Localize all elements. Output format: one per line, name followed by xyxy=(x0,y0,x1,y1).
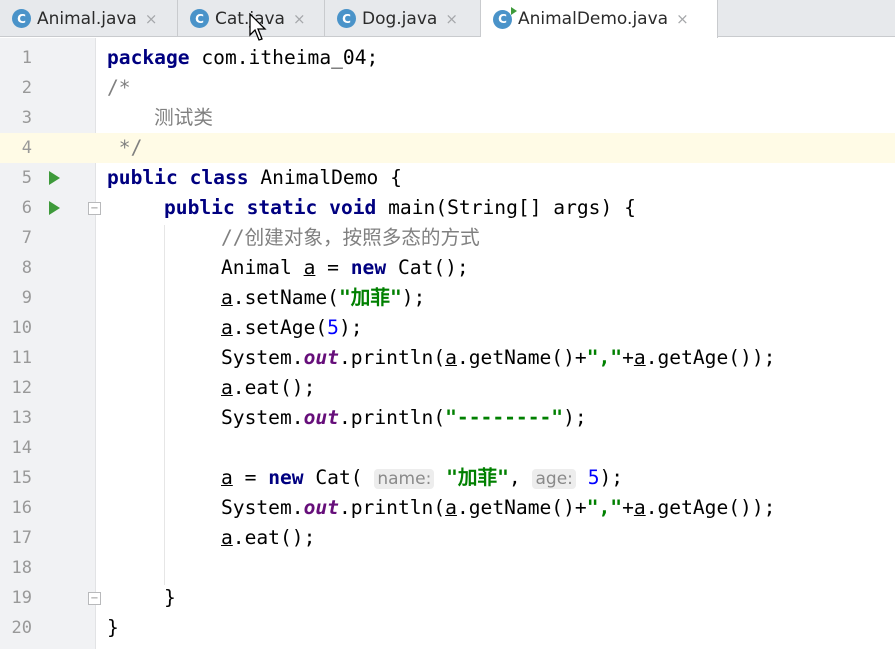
parameter-hint: name: xyxy=(374,469,435,489)
tab-animaldemo-java[interactable]: C AnimalDemo.java × xyxy=(481,0,718,38)
code-text: System.out.println(a.getName()+","+a.get… xyxy=(221,496,776,519)
code-line[interactable]: 13 System.out.println("--------"); xyxy=(0,403,895,433)
line-number: 10 xyxy=(11,318,32,338)
code-line[interactable]: 6 − public static void main(String[] arg… xyxy=(0,193,895,223)
code-text: package com.itheima_04; xyxy=(107,46,379,69)
code-text: a.eat(); xyxy=(221,376,316,399)
code-line[interactable]: 7 //创建对象，按照多态的方式 xyxy=(0,223,895,253)
code-text: Animal a = new Cat(); xyxy=(221,256,469,279)
code-comment: /* xyxy=(107,76,131,99)
tab-label: Animal.java xyxy=(37,8,137,29)
code-text: a.setAge(5); xyxy=(221,316,363,339)
code-line[interactable]: 20 } xyxy=(0,613,895,643)
code-text: a.eat(); xyxy=(221,526,316,549)
line-number: 17 xyxy=(11,528,32,548)
line-number: 2 xyxy=(21,78,32,98)
code-text: System.out.println(a.getName()+","+a.get… xyxy=(221,346,776,369)
code-comment: 测试类 xyxy=(107,106,213,129)
line-number: 5 xyxy=(21,168,32,188)
code-line[interactable]: 9 a.setName("加菲"); xyxy=(0,283,895,313)
code-editor[interactable]: 1 package com.itheima_04; 2 /* 3 测试类 4 *… xyxy=(0,38,895,649)
line-number: 3 xyxy=(21,108,32,128)
tab-label: Dog.java xyxy=(362,8,438,29)
tab-dog-java[interactable]: C Dog.java × xyxy=(325,0,481,37)
close-icon[interactable]: × xyxy=(293,10,306,28)
tab-animal-java[interactable]: C Animal.java × xyxy=(0,0,178,37)
fold-icon[interactable]: − xyxy=(88,202,101,215)
line-number: 11 xyxy=(11,348,32,368)
line-number: 20 xyxy=(11,618,32,638)
line-number: 9 xyxy=(21,288,32,308)
fold-icon[interactable]: − xyxy=(88,592,101,605)
class-icon: C xyxy=(337,9,356,28)
code-line[interactable]: 12 a.eat(); xyxy=(0,373,895,403)
class-icon: C xyxy=(190,9,209,28)
code-text: public class AnimalDemo { xyxy=(107,166,402,189)
code-line[interactable]: 8 Animal a = new Cat(); xyxy=(0,253,895,283)
code-text: public static void main(String[] args) { xyxy=(164,196,636,219)
code-text: } xyxy=(107,616,119,639)
line-number: 19 xyxy=(11,588,32,608)
line-number: 12 xyxy=(11,378,32,398)
code-line[interactable]: 15 a = new Cat( name: "加菲", age: 5); xyxy=(0,463,895,493)
run-class-icon[interactable] xyxy=(49,171,60,185)
close-icon[interactable]: × xyxy=(445,10,458,28)
class-icon: C xyxy=(12,9,31,28)
code-text: System.out.println("--------"); xyxy=(221,406,587,429)
code-text: } xyxy=(164,586,176,609)
code-line[interactable]: 17 a.eat(); xyxy=(0,523,895,553)
line-number: 16 xyxy=(11,498,32,518)
close-icon[interactable]: × xyxy=(676,10,689,28)
code-line[interactable]: 16 System.out.println(a.getName()+","+a.… xyxy=(0,493,895,523)
line-number: 15 xyxy=(11,468,32,488)
line-number: 18 xyxy=(11,558,32,578)
code-line[interactable]: 2 /* xyxy=(0,73,895,103)
code-line[interactable]: 19 − } xyxy=(0,583,895,613)
code-comment: */ xyxy=(107,136,143,159)
code-line-current[interactable]: 4 */ xyxy=(0,133,895,163)
run-method-icon[interactable] xyxy=(49,201,60,215)
code-line[interactable]: 10 a.setAge(5); xyxy=(0,313,895,343)
line-number: 13 xyxy=(11,408,32,428)
line-number: 8 xyxy=(21,258,32,278)
line-number: 14 xyxy=(11,438,32,458)
line-number: 6 xyxy=(21,198,32,218)
code-line[interactable]: 14 xyxy=(0,433,895,463)
code-line[interactable]: 3 测试类 xyxy=(0,103,895,133)
tab-label: AnimalDemo.java xyxy=(518,9,669,29)
code-line[interactable]: 18 xyxy=(0,553,895,583)
class-run-icon: C xyxy=(493,6,517,29)
line-number: 1 xyxy=(21,48,32,68)
line-number: 4 xyxy=(21,138,32,158)
code-line[interactable]: 1 package com.itheima_04; xyxy=(0,43,895,73)
code-text: a.setName("加菲"); xyxy=(221,286,426,309)
line-number: 7 xyxy=(21,228,32,248)
parameter-hint: age: xyxy=(532,469,576,489)
code-line[interactable]: 5 public class AnimalDemo { xyxy=(0,163,895,193)
code-line[interactable]: 11 System.out.println(a.getName()+","+a.… xyxy=(0,343,895,373)
close-icon[interactable]: × xyxy=(145,10,158,28)
editor-tab-bar: C Animal.java × C Cat.java × C Dog.java … xyxy=(0,0,895,38)
code-text: a = new Cat( name: "加菲", age: 5); xyxy=(221,466,624,489)
code-comment: //创建对象，按照多态的方式 xyxy=(221,226,480,249)
